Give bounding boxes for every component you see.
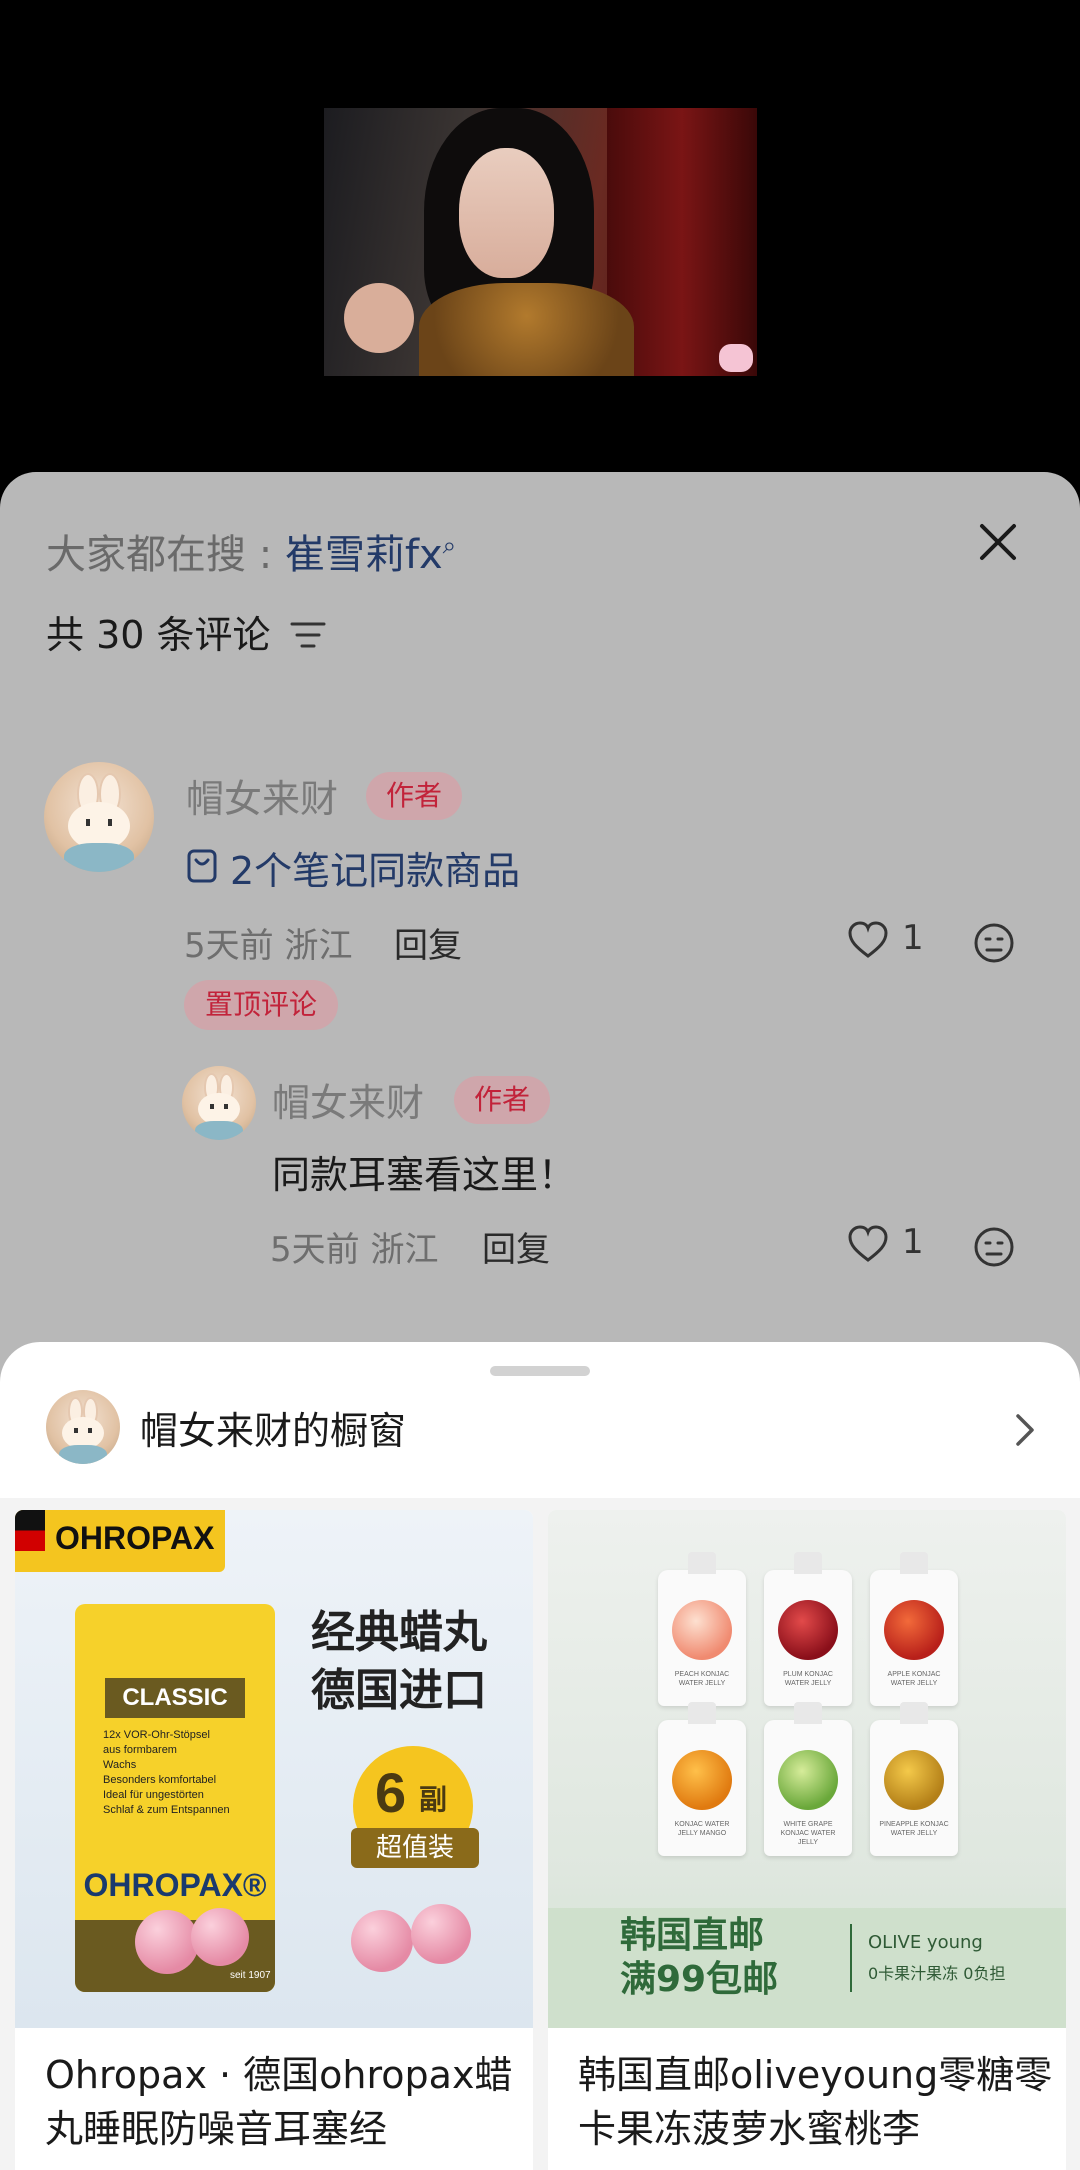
shopping-bag-icon <box>187 849 217 883</box>
close-icon[interactable] <box>968 512 1028 572</box>
comment-author[interactable]: 帽女来财 <box>186 768 338 823</box>
earplug-ball <box>191 1908 249 1966</box>
emoji-reaction-icon[interactable] <box>973 922 1015 964</box>
avatar[interactable] <box>46 1390 120 1464</box>
jelly-pouch: PINEAPPLE KONJAC WATER JELLY <box>870 1702 958 1856</box>
chevron-right-icon[interactable] <box>1010 1410 1040 1450</box>
box-classic-label: CLASSIC <box>105 1678 245 1718</box>
search-suggestion-keyword[interactable]: 崔雪莉fx <box>285 532 443 578</box>
product-card[interactable]: OHROPAX CLASSIC 12x VOR-Ohr-Stöpsel aus … <box>15 1510 533 2170</box>
shop-window-sheet: 帽女来财的橱窗 OHROPAX CLASSIC 12x VOR-Ohr-Stöp… <box>0 1342 1080 2170</box>
reply-time: 5天前 浙江 <box>270 1222 438 1271</box>
count-number: 6 <box>375 1761 407 1824</box>
product-title[interactable]: Ohropax · 德国ohropax蜡丸睡眠防噪音耳塞经 <box>45 2048 525 2156</box>
search-suggestion-prefix: 大家都在搜 : <box>46 532 285 578</box>
reply-location: 浙江 <box>370 1230 439 1270</box>
author-badge: 作者 <box>454 1076 550 1124</box>
like-count: 1 <box>902 918 924 958</box>
video-player[interactable] <box>0 0 1080 472</box>
count-unit: 副 <box>419 1783 448 1816</box>
comment-count: 共 30 条评论 <box>46 613 271 657</box>
emoji-reaction-icon[interactable] <box>973 1226 1015 1268</box>
promo-subtitle: 0卡果汁果冻 0负担 <box>868 1964 1006 1983</box>
comment-time: 5天前 浙江 <box>184 918 352 967</box>
video-subject-face <box>459 148 554 278</box>
sort-filter-icon[interactable] <box>288 618 328 652</box>
shop-window-title[interactable]: 帽女来财的橱窗 <box>140 1400 406 1455</box>
box-brand: OHROPAX® <box>75 1850 275 1920</box>
video-sticker-icon <box>719 344 753 372</box>
since-label: seit 1907 <box>230 1970 271 1981</box>
product-title[interactable]: 韩国直邮oliveyoung零糖零卡果冻菠萝水蜜桃李 <box>578 2048 1058 2156</box>
reply-button[interactable]: 回复 <box>394 918 462 967</box>
product-slogan: 经典蜡丸 德国进口 <box>311 1607 487 1716</box>
heart-icon[interactable] <box>846 1224 890 1264</box>
search-suggestion[interactable]: 大家都在搜 : 崔雪莉fx⌕ <box>46 522 456 580</box>
drag-handle[interactable] <box>490 1366 590 1376</box>
jelly-pouch: APPLE KONJAC WATER JELLY <box>870 1552 958 1706</box>
reply-time-value: 5天前 <box>270 1230 360 1270</box>
pinned-comment-badge: 置顶评论 <box>184 980 338 1030</box>
reply-author[interactable]: 帽女来财 <box>272 1072 424 1127</box>
brand-tag-text: OHROPAX <box>55 1520 215 1556</box>
video-frame[interactable] <box>324 108 757 376</box>
reply-button[interactable]: 回复 <box>482 1222 550 1271</box>
box-description: 12x VOR-Ohr-Stöpsel aus formbarem Wachs … <box>103 1729 230 1816</box>
earplug-ball <box>135 1910 199 1974</box>
earplug-ball <box>411 1904 471 1964</box>
jelly-pouch: KONJAC WATER JELLY MANGO <box>658 1702 746 1856</box>
promo-headline: 韩国直邮 满99包邮 <box>620 1915 779 2000</box>
german-flag-icon <box>15 1510 45 1572</box>
avatar[interactable] <box>44 762 154 872</box>
video-subject-coat <box>419 283 634 376</box>
value-pack-tag: 超值装 <box>351 1828 479 1868</box>
product-card[interactable]: PEACH KONJAC WATER JELLY PLUM KONJAC WAT… <box>548 1510 1066 2170</box>
same-goods-link[interactable]: 2个笔记同款商品 <box>230 840 520 895</box>
product-image[interactable]: OHROPAX CLASSIC 12x VOR-Ohr-Stöpsel aus … <box>15 1510 533 2028</box>
heart-icon[interactable] <box>846 920 890 960</box>
comment-time-value: 5天前 <box>184 926 274 966</box>
video-subject-hand <box>344 283 414 353</box>
product-image[interactable]: PEACH KONJAC WATER JELLY PLUM KONJAC WAT… <box>548 1510 1066 2028</box>
promo-divider <box>850 1924 852 1992</box>
earplug-ball <box>351 1910 413 1972</box>
reply-text: 同款耳塞看这里！ <box>272 1153 577 1197</box>
avatar[interactable] <box>182 1066 256 1140</box>
jelly-pouch: PLUM KONJAC WATER JELLY <box>764 1552 852 1706</box>
search-icon: ⌕ <box>442 531 457 560</box>
jelly-pouch: WHITE GRAPE KONJAC WATER JELLY <box>764 1702 852 1856</box>
jelly-pouch: PEACH KONJAC WATER JELLY <box>658 1552 746 1706</box>
author-badge: 作者 <box>366 772 462 820</box>
comment-location: 浙江 <box>284 926 353 966</box>
like-count: 1 <box>902 1222 924 1262</box>
promo-brand: OLIVE young <box>868 1932 983 1953</box>
